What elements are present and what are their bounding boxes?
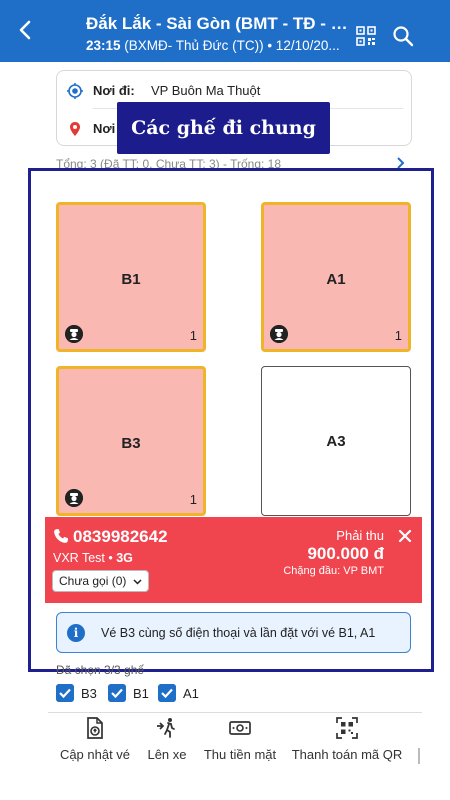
app-header: Đắk Lắk - Sài Gòn (BMT - TĐ - B... 23:15…: [0, 0, 450, 62]
trip-time: 23:15: [86, 38, 121, 53]
passenger-network: 3G: [116, 551, 133, 565]
toolbar-divider: [48, 712, 422, 713]
call-status-dropdown[interactable]: Chưa gọi (0): [52, 570, 150, 592]
qr-pay-icon: [336, 717, 358, 739]
passenger-card[interactable]: 0839982642 VXR Test • 3G Chưa gọi (0) Ph…: [45, 517, 422, 603]
seat-count: 1: [394, 328, 402, 343]
qr-payment-button[interactable]: Thanh toán mã QR: [290, 716, 404, 762]
seat-code: B3: [121, 435, 141, 452]
trip-subtitle: 23:15 (BXMĐ- Thủ Đức (TC)) • 12/10/20...: [86, 38, 348, 53]
search-icon[interactable]: [392, 25, 414, 47]
seat-code: B1: [121, 271, 141, 288]
action-toolbar: Cập nhật vé Lên xe Thu tiền mặt Thanh to…: [0, 716, 450, 776]
selected-count: Đã chọn 3/3 ghế: [56, 663, 145, 677]
passenger-name-text: VXR Test: [53, 551, 105, 565]
seat-a3[interactable]: A3: [261, 366, 411, 516]
origin-target-icon: [67, 83, 83, 99]
passenger-name: VXR Test • 3G: [53, 551, 133, 565]
cash-icon: [229, 721, 251, 735]
close-icon[interactable]: [398, 529, 412, 543]
qr-payment-label: Thanh toán mã QR: [291, 747, 403, 762]
payment-label: Phải thu: [336, 528, 384, 543]
seat-count: 1: [189, 328, 197, 343]
seat-b1[interactable]: B1 1: [56, 202, 206, 352]
seat-code: A3: [326, 433, 346, 450]
seat-a1[interactable]: A1 1: [261, 202, 411, 352]
origin-value: VP Buôn Ma Thuột: [151, 83, 261, 98]
back-arrow-icon[interactable]: [14, 18, 38, 42]
checkbox-label: B1: [133, 686, 149, 701]
passenger-phone[interactable]: 0839982642: [73, 527, 168, 547]
info-icon: i: [67, 624, 85, 642]
cash-payment-label: Thu tiền mặt: [203, 747, 277, 762]
seat-b3[interactable]: B3 1: [56, 366, 206, 516]
cash-payment-button[interactable]: Thu tiền mặt: [200, 716, 280, 762]
info-banner: i Vé B3 cùng số điện thoại và lần đặt vớ…: [56, 612, 411, 653]
checkbox-checked-icon: [108, 684, 126, 702]
destination-label: Nơi: [93, 121, 116, 136]
toolbar-overflow-edge: [418, 748, 420, 764]
location-pin-icon: [70, 122, 80, 136]
checkbox-label: A1: [183, 686, 199, 701]
trip-details: (BXMĐ- Thủ Đức (TC)) • 12/10/20...: [124, 38, 340, 53]
checkbox-checked-icon: [56, 684, 74, 702]
driver-avatar-icon: [270, 325, 288, 343]
board-bus-label: Lên xe: [147, 747, 187, 762]
driver-avatar-icon: [65, 489, 83, 507]
driver-avatar-icon: [65, 325, 83, 343]
origin-label: Nơi đi:: [93, 83, 135, 98]
board-bus-icon: [157, 718, 175, 738]
call-status-value: Chưa gọi (0): [59, 574, 127, 588]
update-ticket-label: Cập nhật vé: [59, 747, 131, 762]
seat-code: A1: [326, 271, 346, 288]
info-message: Vé B3 cùng số điện thoại và lần đặt với …: [101, 626, 376, 640]
annotation-overlay: Các ghế đi chung: [117, 102, 330, 154]
update-ticket-icon: [87, 717, 103, 739]
checkbox-checked-icon: [158, 684, 176, 702]
phone-icon[interactable]: [53, 528, 69, 544]
payment-note: Chặng đầu: VP BMT: [283, 565, 384, 577]
update-ticket-button[interactable]: Cập nhật vé: [55, 716, 135, 762]
trip-title: Đắk Lắk - Sài Gòn (BMT - TĐ - B...: [86, 14, 348, 33]
checkbox-label: B3: [81, 686, 97, 701]
chevron-down-icon: [133, 579, 142, 585]
qr-scan-icon[interactable]: [356, 26, 376, 46]
seat-count: 1: [189, 492, 197, 507]
payment-amount: 900.000 đ: [307, 544, 384, 563]
board-bus-button[interactable]: Lên xe: [137, 716, 197, 762]
